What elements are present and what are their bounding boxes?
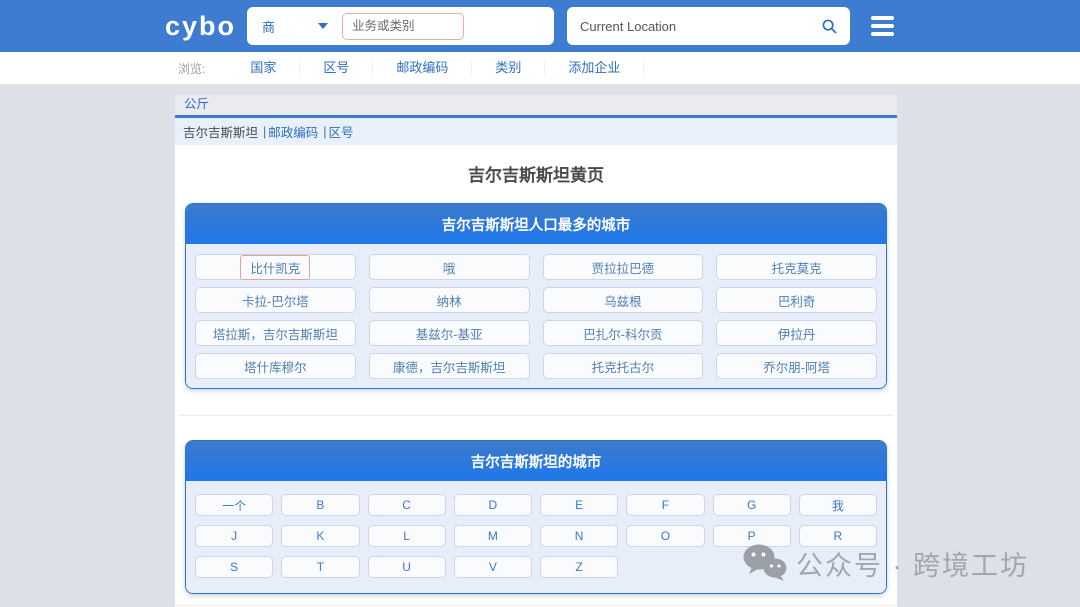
city-button[interactable]: 纳林 xyxy=(369,287,530,313)
menu-icon[interactable] xyxy=(871,16,894,36)
city-button[interactable]: 基兹尔-基亚 xyxy=(369,320,530,346)
letter-button[interactable]: O xyxy=(626,525,704,547)
page-title: 吉尔吉斯斯坦黄页 xyxy=(175,161,897,183)
cities-az-panel: 吉尔吉斯斯坦的城市 一个 BCDEFG我 JKLMNOPR STUVZ xyxy=(185,440,887,594)
top-cities-grid: 比什凯克 哦贾拉拉巴德托克莫克卡拉-巴尔塔纳林乌兹根巴利奇塔拉斯，吉尔吉斯斯坦基兹… xyxy=(186,244,886,388)
letter-button[interactable]: U xyxy=(368,556,446,578)
nav-link-区号[interactable]: 区号 xyxy=(300,59,373,77)
letter-button[interactable]: S xyxy=(195,556,273,578)
letter-button[interactable]: L xyxy=(368,525,446,547)
city-button[interactable]: 贾拉拉巴德 xyxy=(543,254,704,280)
city-button[interactable]: 比什凯克 xyxy=(195,254,356,280)
letter-button[interactable]: K xyxy=(281,525,359,547)
city-button[interactable]: 巴利奇 xyxy=(716,287,877,313)
location-search-box xyxy=(567,7,850,45)
breadcrumb-area-code-link[interactable]: 区号 xyxy=(329,122,354,141)
top-cities-panel-title: 吉尔吉斯斯坦人口最多的城市 xyxy=(186,204,886,244)
letter-button[interactable]: 一个 xyxy=(195,494,273,516)
breadcrumb: 吉尔吉斯斯坦 | 邮政编码 | 区号 xyxy=(175,118,897,145)
browse-nav: 浏览: 国家区号邮政编码类别添加企业 xyxy=(0,52,1080,85)
city-button[interactable]: 乔尔朋-阿塔 xyxy=(716,353,877,379)
letter-button[interactable]: T xyxy=(281,556,359,578)
letter-button[interactable]: E xyxy=(540,494,618,516)
cities-az-panel-title: 吉尔吉斯斯坦的城市 xyxy=(186,441,886,481)
tab-kg[interactable]: 公斤 xyxy=(184,93,209,112)
letter-button[interactable]: V xyxy=(454,556,532,578)
city-button[interactable]: 乌兹根 xyxy=(543,287,704,313)
bottom-divider xyxy=(175,605,897,606)
category-select[interactable]: 商 xyxy=(256,17,334,36)
cybo-logo[interactable]: cybo xyxy=(165,13,236,40)
top-cities-panel: 吉尔吉斯斯坦人口最多的城市 比什凯克哦贾拉拉巴德托克莫克卡拉-巴尔塔纳林乌兹根巴… xyxy=(185,203,887,389)
city-button[interactable]: 巴扎尔-科尔贡 xyxy=(543,320,704,346)
nav-link-国家[interactable]: 国家 xyxy=(227,59,300,77)
breadcrumb-separator: | xyxy=(323,125,326,139)
letter-button[interactable]: D xyxy=(454,494,532,516)
business-search-box: 商 xyxy=(247,7,554,45)
location-input[interactable] xyxy=(580,19,800,34)
letters-grid: 一个 BCDEFG我 JKLMNOPR STUVZ xyxy=(186,481,886,593)
city-button[interactable]: 哦 xyxy=(369,254,530,280)
city-button[interactable]: 托克托古尔 xyxy=(543,353,704,379)
city-button[interactable]: 塔什库穆尔 xyxy=(195,353,356,379)
breadcrumb-separator: | xyxy=(263,125,266,139)
section-divider xyxy=(179,415,893,416)
city-button[interactable]: 卡拉-巴尔塔 xyxy=(195,287,356,313)
letter-button[interactable]: M xyxy=(454,525,532,547)
search-icon[interactable] xyxy=(822,19,837,34)
main-content: 公斤 吉尔吉斯斯坦 | 邮政编码 | 区号 吉尔吉斯斯坦黄页 吉尔吉斯斯坦人口最… xyxy=(175,95,897,607)
city-button[interactable]: 伊拉丹 xyxy=(716,320,877,346)
category-select-value: 商 xyxy=(262,17,275,36)
browse-label: 浏览: xyxy=(178,60,205,77)
highlight-box: 比什凯克 xyxy=(240,255,310,280)
breadcrumb-country: 吉尔吉斯斯坦 xyxy=(183,122,258,141)
letter-button[interactable]: N xyxy=(540,525,618,547)
city-button[interactable]: 塔拉斯，吉尔吉斯斯坦 xyxy=(195,320,356,346)
nav-links: 国家区号邮政编码类别添加企业 xyxy=(227,59,644,77)
letter-button[interactable]: B xyxy=(281,494,359,516)
business-search-input[interactable] xyxy=(342,13,464,40)
unit-tab-bar: 公斤 xyxy=(175,95,897,118)
chevron-down-icon xyxy=(318,23,328,29)
letter-button[interactable]: P xyxy=(713,525,791,547)
letter-button[interactable]: F xyxy=(626,494,704,516)
letter-button[interactable]: Z xyxy=(540,556,618,578)
letter-button[interactable]: J xyxy=(195,525,273,547)
nav-link-添加企业[interactable]: 添加企业 xyxy=(545,59,644,77)
city-button[interactable]: 托克莫克 xyxy=(716,254,877,280)
nav-link-邮政编码[interactable]: 邮政编码 xyxy=(373,59,472,77)
letter-button[interactable]: R xyxy=(799,525,877,547)
city-button[interactable]: 康德，吉尔吉斯斯坦 xyxy=(369,353,530,379)
breadcrumb-postal-link[interactable]: 邮政编码 xyxy=(268,122,318,141)
top-header: cybo 商 xyxy=(0,0,1080,52)
letter-button[interactable]: C xyxy=(368,494,446,516)
letter-button[interactable]: 我 xyxy=(799,494,877,516)
nav-link-类别[interactable]: 类别 xyxy=(472,59,545,77)
letter-button[interactable]: G xyxy=(713,494,791,516)
